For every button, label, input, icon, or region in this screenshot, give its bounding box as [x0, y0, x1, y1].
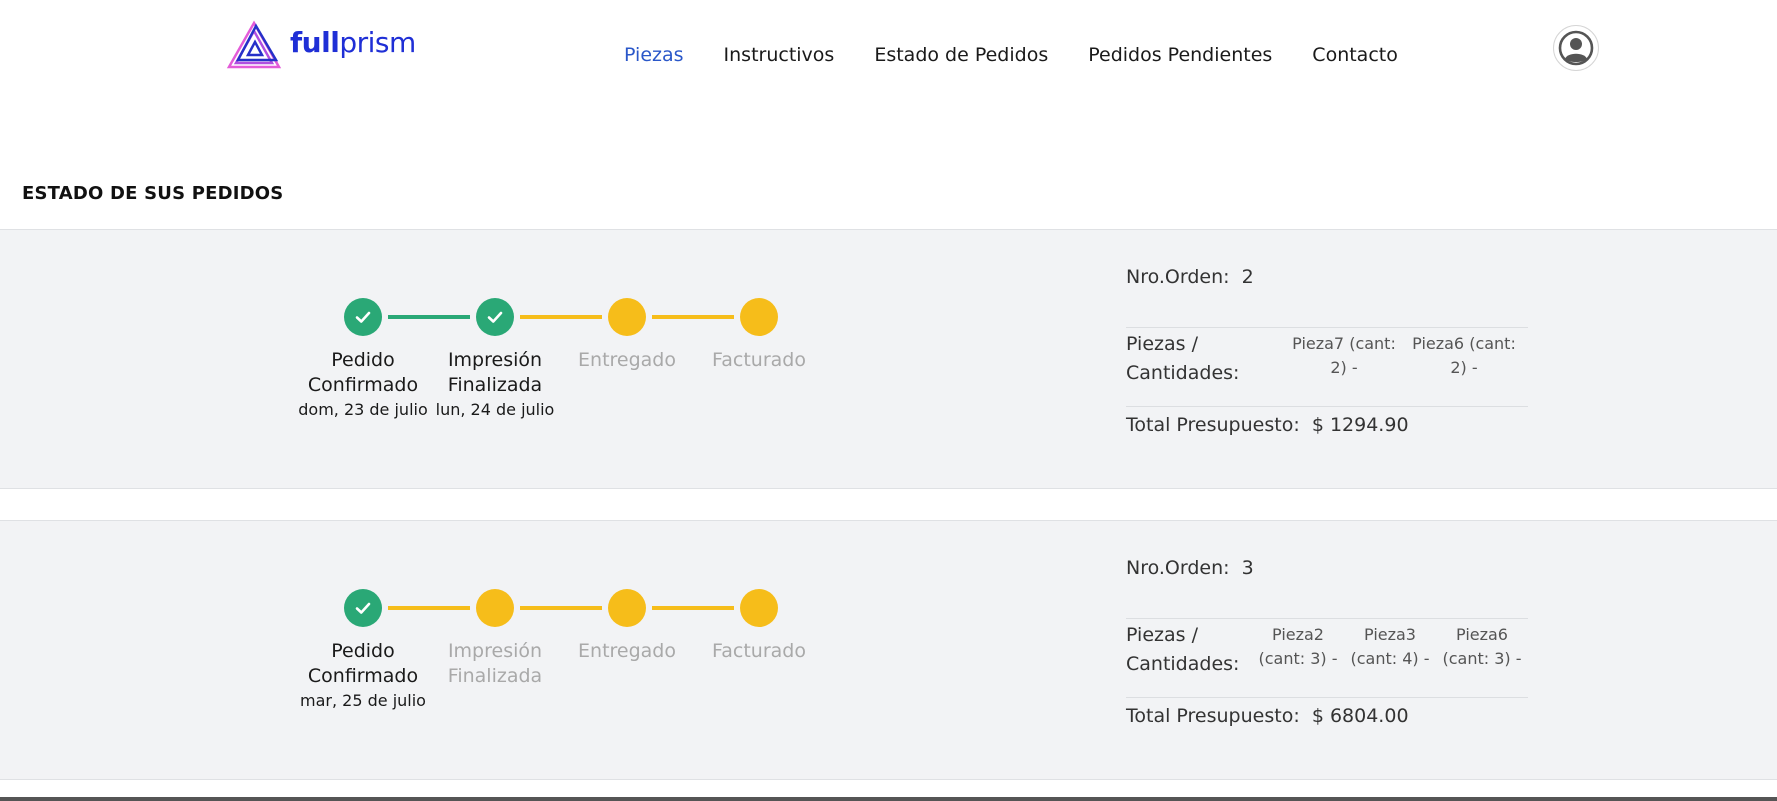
step-date: dom, 23 de julio [298, 400, 428, 419]
order-number-row: Nro.Orden: 3 [1126, 557, 1254, 579]
check-icon [355, 311, 371, 323]
pieces-label: Piezas / Cantidades: [1126, 333, 1240, 384]
pieces-label: Piezas / Cantidades: [1126, 624, 1240, 675]
page-title: ESTADO DE SUS PEDIDOS [22, 183, 284, 204]
total-value: $ 6804.00 [1311, 705, 1409, 727]
divider [1126, 327, 1528, 328]
order-status-tracker: Pedido Confirmado dom, 23 de julio Impre… [282, 230, 842, 490]
step-done-dot [476, 298, 514, 336]
list-item: Pieza7 (cant: 2) - [1292, 334, 1396, 377]
pieces-list: Pieza7 (cant: 2) - Pieza6 (cant: 2) - [1292, 332, 1516, 380]
brand-name-full: full [290, 25, 340, 59]
status-step-facturado: Facturado [689, 589, 829, 664]
step-label: Impresión Finalizada [447, 349, 543, 396]
profile-button[interactable] [1553, 25, 1599, 71]
status-step-facturado: Facturado [689, 298, 829, 373]
status-step-confirmado: Pedido Confirmado dom, 23 de julio [293, 298, 433, 419]
total-row: Total Presupuesto: $ 6804.00 [1126, 705, 1409, 727]
step-date: mar, 25 de julio [300, 691, 426, 710]
divider [1126, 406, 1528, 407]
list-item: Pieza3 (cant: 4) - [1350, 625, 1430, 668]
step-done-dot [344, 589, 382, 627]
brand-name-prism: prism [339, 25, 416, 59]
nav-item-pedidos-pendientes[interactable]: Pedidos Pendientes [1088, 44, 1272, 66]
divider [1126, 697, 1528, 698]
step-pending-dot [476, 589, 514, 627]
step-done-dot [344, 298, 382, 336]
total-label: Total Presupuesto: [1126, 705, 1300, 727]
total-row: Total Presupuesto: $ 1294.90 [1126, 414, 1409, 436]
order-card: Pedido Confirmado dom, 23 de julio Impre… [0, 229, 1777, 489]
order-number-label: Nro.Orden: [1126, 266, 1230, 288]
site-header: fullprism Piezas Instructivos Estado de … [0, 0, 1777, 110]
step-pending-dot [740, 589, 778, 627]
total-value: $ 1294.90 [1311, 414, 1409, 436]
nav-item-estado-pedidos[interactable]: Estado de Pedidos [874, 44, 1048, 66]
order-card: Pedido Confirmado mar, 25 de julio Impre… [0, 520, 1777, 780]
step-pending-dot [608, 589, 646, 627]
status-step-confirmado: Pedido Confirmado mar, 25 de julio [293, 589, 433, 710]
step-label: Impresión Finalizada [447, 640, 543, 687]
step-label: Facturado [712, 349, 806, 371]
user-circle-icon [1558, 30, 1594, 66]
brand-name: fullprism [290, 26, 416, 59]
step-label: Pedido Confirmado [307, 640, 419, 687]
step-date: lun, 24 de julio [435, 400, 555, 419]
list-item: Pieza6 (cant: 3) - [1442, 625, 1522, 668]
list-item: Pieza6 (cant: 2) - [1412, 334, 1516, 377]
check-icon [355, 602, 371, 614]
order-number-value: 3 [1241, 557, 1254, 579]
step-label: Facturado [712, 640, 806, 662]
total-label: Total Presupuesto: [1126, 414, 1300, 436]
nav-item-piezas[interactable]: Piezas [624, 44, 684, 66]
brand-logo[interactable]: fullprism [226, 20, 416, 70]
step-label: Pedido Confirmado [307, 349, 419, 396]
pieces-list: Pieza2 (cant: 3) - Pieza3 (cant: 4) - Pi… [1256, 623, 1524, 671]
order-number-label: Nro.Orden: [1126, 557, 1230, 579]
order-number-row: Nro.Orden: 2 [1126, 266, 1254, 288]
bottom-border [0, 797, 1777, 801]
nav-item-instructivos[interactable]: Instructivos [724, 44, 835, 66]
step-label: Entregado [578, 640, 676, 662]
main-nav: Piezas Instructivos Estado de Pedidos Pe… [624, 44, 1438, 66]
status-step-impresion: Impresión Finalizada [425, 589, 565, 689]
status-step-entregado: Entregado [557, 589, 697, 664]
status-step-impresion: Impresión Finalizada lun, 24 de julio [425, 298, 565, 419]
check-icon [487, 311, 503, 323]
order-number-value: 2 [1241, 266, 1254, 288]
order-status-tracker: Pedido Confirmado mar, 25 de julio Impre… [282, 521, 842, 781]
status-step-entregado: Entregado [557, 298, 697, 373]
nav-item-contacto[interactable]: Contacto [1312, 44, 1398, 66]
prism-triangle-logo-icon [226, 20, 282, 69]
divider [1126, 618, 1528, 619]
list-item: Pieza2 (cant: 3) - [1258, 625, 1338, 668]
step-pending-dot [608, 298, 646, 336]
step-pending-dot [740, 298, 778, 336]
step-label: Entregado [578, 349, 676, 371]
